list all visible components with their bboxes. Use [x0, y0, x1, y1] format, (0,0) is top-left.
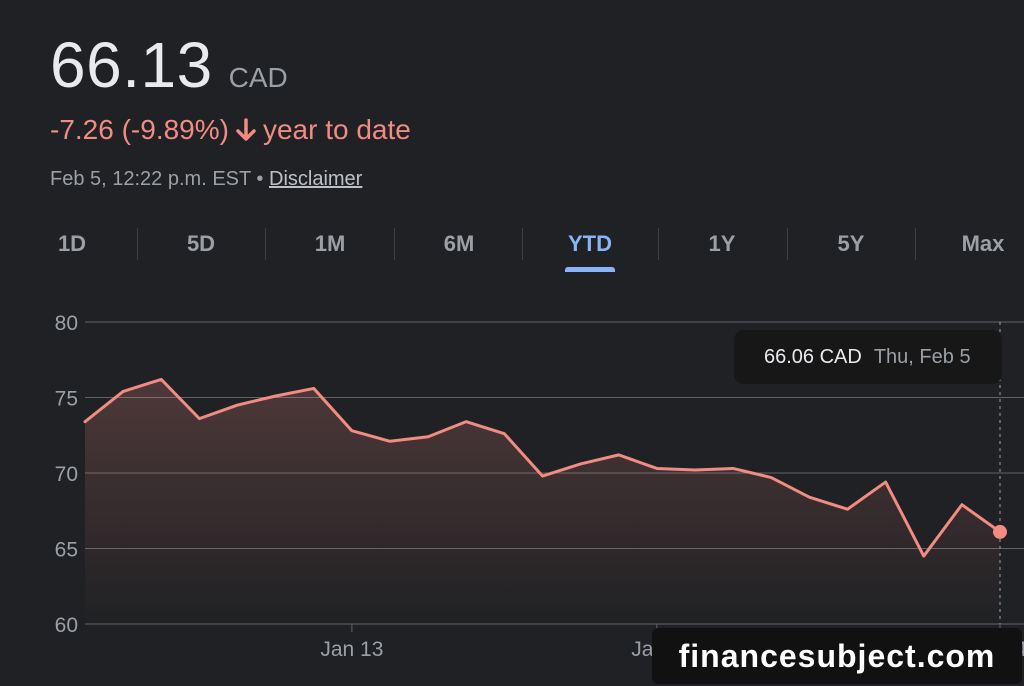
data-point	[312, 386, 316, 390]
data-point	[655, 466, 659, 470]
data-point	[502, 432, 506, 436]
tooltip-value: 66.06 CAD	[764, 345, 862, 368]
data-point	[236, 403, 240, 407]
data-point	[426, 435, 430, 439]
data-point	[922, 554, 926, 558]
data-point	[121, 389, 125, 393]
x-tick-label: Jan 13	[320, 638, 383, 661]
data-point	[274, 394, 278, 398]
hover-point-marker	[993, 524, 1007, 539]
data-point	[579, 462, 583, 466]
data-point	[884, 480, 888, 484]
y-tick-label: 75	[55, 388, 78, 411]
data-point	[769, 476, 773, 480]
watermark: financesubject.com	[652, 628, 1022, 684]
data-point	[846, 507, 850, 511]
y-tick-label: 60	[55, 614, 78, 637]
y-tick-label: 80	[55, 312, 78, 335]
data-point	[807, 495, 811, 499]
data-point	[350, 429, 354, 433]
data-point	[693, 468, 697, 472]
data-point	[541, 474, 545, 478]
y-tick-label: 65	[55, 539, 78, 562]
chart-tooltip: 66.06 CAD Thu, Feb 5	[734, 330, 1002, 384]
data-point	[159, 377, 163, 381]
data-point	[197, 417, 201, 421]
area-fill	[85, 379, 1000, 624]
data-point	[731, 466, 735, 470]
tooltip-date: Thu, Feb 5	[873, 345, 971, 368]
y-tick-label: 70	[55, 463, 78, 486]
data-point	[617, 453, 621, 457]
data-point	[388, 439, 392, 443]
data-point	[83, 420, 87, 424]
data-point	[464, 420, 468, 424]
data-point	[960, 503, 964, 507]
